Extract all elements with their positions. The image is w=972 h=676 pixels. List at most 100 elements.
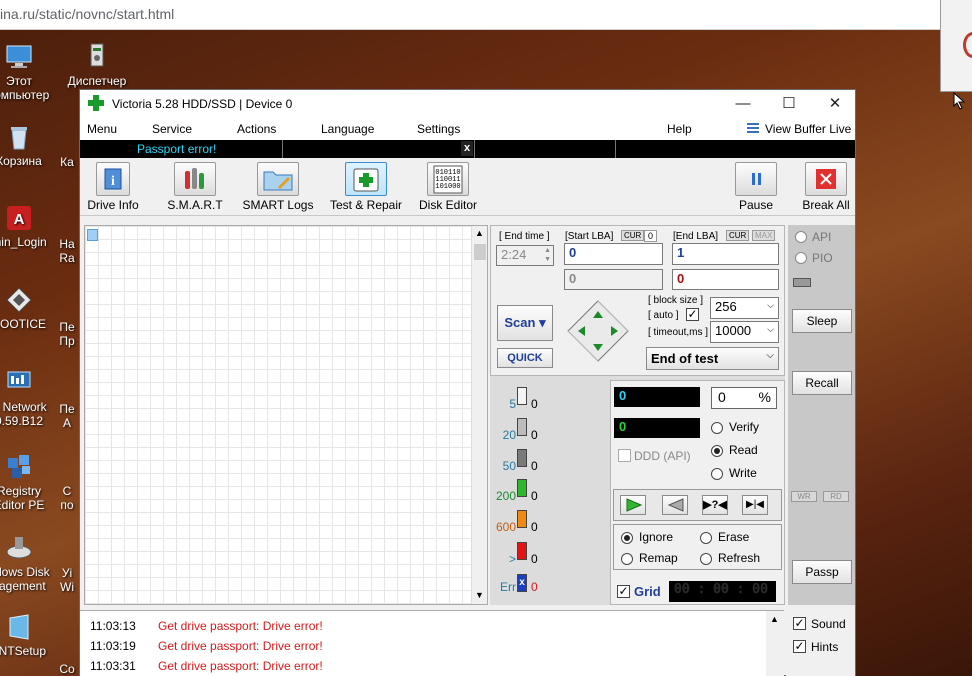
legend-swatch xyxy=(517,449,527,467)
legend-swatch xyxy=(517,418,527,436)
device-indicator xyxy=(793,278,811,287)
hints-label: Hints xyxy=(811,640,839,654)
mode-verify-radio[interactable] xyxy=(711,422,723,434)
start-cur-button[interactable]: CUR xyxy=(621,230,645,241)
title-bar[interactable]: Victoria 5.28 HDD/SSD | Device 0 — ☐ ✕ xyxy=(80,90,855,118)
menu-settings[interactable]: Settings xyxy=(417,122,460,136)
wr-indicator: WR xyxy=(791,491,817,502)
desktop-icon-label: Registry Editor PE xyxy=(0,484,45,512)
start-cur-value: 0 xyxy=(644,230,658,242)
menu-actions[interactable]: Actions xyxy=(237,122,276,136)
repair-erase-radio[interactable] xyxy=(700,532,712,544)
smart-logs-button[interactable]: SMART Logs xyxy=(242,162,314,212)
desktop-icon-winntsetup[interactable]: nNTSetup xyxy=(0,612,64,658)
menu-menu[interactable]: Menu xyxy=(87,122,117,136)
desktop-icon-app[interactable]: Пе А xyxy=(52,402,82,430)
spin-arrows-icon[interactable]: ▲ ▼ xyxy=(544,246,551,264)
status-close-button[interactable]: x xyxy=(461,141,473,156)
smart-logs-icon xyxy=(257,162,299,196)
repair-remap-radio[interactable] xyxy=(621,553,633,565)
scroll-thumb[interactable] xyxy=(474,244,486,260)
scan-button[interactable]: Scan ▾ xyxy=(497,305,553,341)
scroll-down-icon[interactable]: ▼ xyxy=(475,590,484,600)
map-scrollbar[interactable]: ▲ ▼ xyxy=(471,226,487,604)
sleep-button[interactable]: Sleep xyxy=(792,309,852,333)
mode-write-label: Write xyxy=(729,466,757,480)
maximize-button[interactable]: ☐ xyxy=(766,90,812,118)
disk-editor-button[interactable]: 010110 110011 101000 Disk Editor xyxy=(419,162,477,212)
browser-address-bar[interactable]: ina.ru/static/novnc/start.html xyxy=(0,0,972,30)
drive-info-button[interactable]: i Drive Info xyxy=(85,162,141,212)
start-lba-field[interactable]: 0 xyxy=(564,243,663,265)
grid-checkbox[interactable]: ✓ xyxy=(617,585,630,598)
mode-write-radio[interactable] xyxy=(711,468,723,480)
buffer-list-icon xyxy=(747,123,759,134)
scroll-up-icon[interactable]: ▲ xyxy=(770,614,779,624)
desktop-icon-app[interactable]: Уі Wi xyxy=(52,566,82,594)
scroll-up-icon[interactable]: ▲ xyxy=(475,228,484,238)
computer-icon xyxy=(4,42,34,72)
rewind-button[interactable] xyxy=(662,495,688,515)
repair-ignore-radio[interactable] xyxy=(621,532,633,544)
passp-button[interactable]: Passp xyxy=(792,560,852,584)
test-repair-button[interactable]: Test & Repair xyxy=(327,162,405,212)
view-buffer-live[interactable]: View Buffer Live xyxy=(765,122,851,136)
max-button[interactable]: MAX xyxy=(752,230,776,241)
legend-label: > xyxy=(508,552,516,566)
desktop-icon-calculator[interactable]: Ка xyxy=(52,155,82,169)
url-text[interactable]: ina.ru/static/novnc/start.html xyxy=(0,6,174,22)
repair-mode-group: Ignore Erase Remap Refresh xyxy=(613,524,782,570)
api-radio[interactable] xyxy=(795,231,807,243)
auto-checkbox[interactable]: ✓ xyxy=(686,308,699,321)
smart-button[interactable]: S.M.A.R.T xyxy=(165,162,225,212)
desktop-icon-label: Пе А xyxy=(59,402,75,430)
timeout-select[interactable]: 10000 ⌵ xyxy=(710,321,779,343)
scan-map-grid[interactable]: ▲ ▼ xyxy=(84,225,488,605)
sound-checkbox[interactable]: ✓ xyxy=(793,617,806,630)
legend-label: Err xyxy=(500,580,516,594)
repair-icon xyxy=(345,162,387,196)
menu-service[interactable]: Service xyxy=(152,122,192,136)
recall-button[interactable]: Recall xyxy=(792,371,852,395)
ddd-api-checkbox[interactable] xyxy=(618,449,631,462)
recycle-bin-icon xyxy=(4,122,34,152)
legend-count: 0 xyxy=(531,520,538,534)
mode-verify-label: Verify xyxy=(729,420,760,434)
end-action-select[interactable]: End of test ⌵ xyxy=(646,347,779,370)
menu-language[interactable]: Language xyxy=(321,122,374,136)
status-separator xyxy=(282,140,283,158)
play-button[interactable] xyxy=(620,495,646,515)
progress-panel: 0 0% 0 DDD (API) Verify Read Write ▶?◀ ▶… xyxy=(610,380,785,605)
desktop-icon-app[interactable]: С по xyxy=(52,484,82,512)
minimize-button[interactable]: — xyxy=(720,90,766,118)
skip-unknown-button[interactable]: ▶?◀ xyxy=(702,495,728,515)
break-all-button[interactable]: Break All xyxy=(796,162,856,212)
desktop-icon-label: Этот компьютер xyxy=(0,74,50,102)
desktop-icon-app[interactable]: Ha Ra xyxy=(52,237,82,265)
legend-count: 0 xyxy=(531,552,538,566)
sound-label: Sound xyxy=(811,617,846,631)
desktop-icon-label: С по xyxy=(60,484,74,512)
desktop-icon-label: BOOTICE xyxy=(0,317,46,331)
desktop-icon-app[interactable]: Пе Пр xyxy=(52,320,82,348)
close-button[interactable]: ✕ xyxy=(812,90,858,118)
pio-label: PIO xyxy=(812,251,833,265)
end-cur-button[interactable]: CUR xyxy=(726,230,750,241)
end-lba-field[interactable]: 1 xyxy=(672,243,779,265)
hints-checkbox[interactable]: ✓ xyxy=(793,640,806,653)
repair-refresh-radio[interactable] xyxy=(700,553,712,565)
block-size-select[interactable]: 256 ⌵ xyxy=(710,297,779,319)
desktop-icon-label: min_Login xyxy=(0,235,47,249)
quick-button[interactable]: QUICK xyxy=(497,348,553,368)
pause-button[interactable]: Pause xyxy=(734,162,778,212)
mode-read-radio[interactable] xyxy=(711,445,723,457)
log-scrollbar[interactable]: ▲ xyxy=(766,611,784,676)
menu-help[interactable]: Help xyxy=(667,122,692,136)
playback-controls: ▶?◀ ▶|◀ xyxy=(613,489,782,521)
pio-radio[interactable] xyxy=(795,252,807,264)
desktop-icon-app[interactable]: Co xyxy=(52,662,82,676)
start-lba-cur-field: 0 xyxy=(564,269,663,290)
toolbar-label: Drive Info xyxy=(87,198,139,212)
direction-pad[interactable] xyxy=(566,299,630,363)
jump-end-button[interactable]: ▶|◀ xyxy=(742,495,768,515)
